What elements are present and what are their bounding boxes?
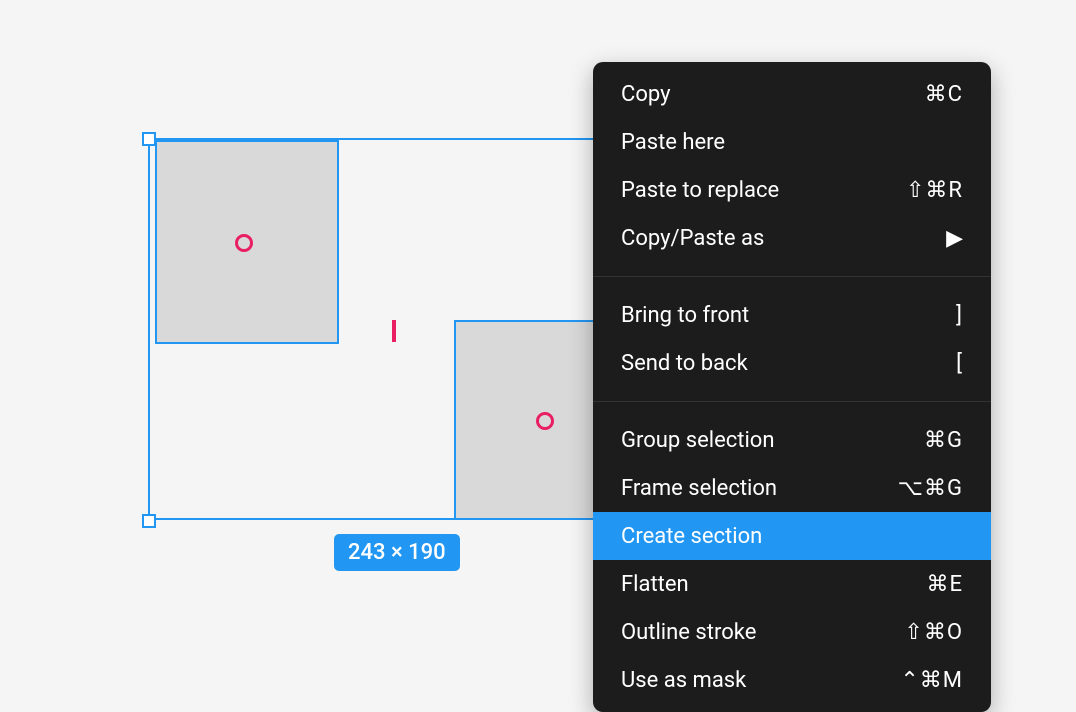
menu-item-shortcut: ⇧⌘R: [906, 178, 963, 203]
menu-item-shortcut: ⌥⌘G: [898, 476, 963, 501]
menu-item-send-to-back[interactable]: Send to back [: [593, 339, 991, 387]
menu-item-label: Send to back: [621, 351, 748, 376]
menu-item-paste-here[interactable]: Paste here: [593, 118, 991, 166]
selection-handle[interactable]: [142, 514, 156, 528]
design-canvas[interactable]: 243 × 190 Copy ⌘C Paste here Paste to re…: [0, 0, 1076, 700]
menu-divider: [593, 276, 991, 277]
menu-item-label: Outline stroke: [621, 620, 756, 645]
context-menu: Copy ⌘C Paste here Paste to replace ⇧⌘R …: [593, 62, 991, 712]
submenu-arrow-icon: ▶: [946, 226, 963, 251]
menu-item-frame-selection[interactable]: Frame selection ⌥⌘G: [593, 464, 991, 512]
menu-item-label: Frame selection: [621, 476, 777, 501]
menu-item-bring-to-front[interactable]: Bring to front ]: [593, 291, 991, 339]
menu-item-shortcut: ⌘G: [924, 428, 963, 453]
menu-item-shortcut: ⌘E: [926, 572, 963, 597]
menu-item-label: Bring to front: [621, 303, 749, 328]
menu-item-flatten[interactable]: Flatten ⌘E: [593, 560, 991, 608]
menu-item-label: Flatten: [621, 572, 689, 597]
spacing-indicator: [392, 320, 396, 342]
menu-item-shortcut: ]: [956, 303, 963, 328]
selection-handle[interactable]: [142, 132, 156, 146]
menu-item-shortcut: ⇧⌘O: [904, 620, 963, 645]
menu-item-label: Copy: [621, 82, 671, 107]
menu-item-copy-paste-as[interactable]: Copy/Paste as ▶: [593, 214, 991, 262]
menu-divider: [593, 401, 991, 402]
menu-item-group-selection[interactable]: Group selection ⌘G: [593, 416, 991, 464]
menu-item-paste-replace[interactable]: Paste to replace ⇧⌘R: [593, 166, 991, 214]
anchor-point-icon[interactable]: [235, 234, 253, 252]
dimension-badge: 243 × 190: [334, 534, 460, 571]
menu-item-outline-stroke[interactable]: Outline stroke ⇧⌘O: [593, 608, 991, 656]
menu-item-use-as-mask[interactable]: Use as mask ⌃⌘M: [593, 656, 991, 704]
menu-item-label: Paste here: [621, 130, 725, 155]
menu-item-label: Paste to replace: [621, 178, 779, 203]
selection-bounding-box: [148, 138, 634, 520]
menu-item-shortcut: ⌃⌘M: [900, 668, 963, 693]
menu-item-copy[interactable]: Copy ⌘C: [593, 70, 991, 118]
menu-item-create-section[interactable]: Create section: [593, 512, 991, 560]
menu-item-label: Group selection: [621, 428, 775, 453]
menu-item-shortcut: [: [956, 351, 963, 376]
menu-item-label: Copy/Paste as: [621, 226, 764, 251]
anchor-point-icon[interactable]: [536, 412, 554, 430]
menu-item-label: Use as mask: [621, 668, 746, 693]
menu-item-label: Create section: [621, 524, 762, 549]
menu-item-shortcut: ⌘C: [925, 82, 963, 107]
